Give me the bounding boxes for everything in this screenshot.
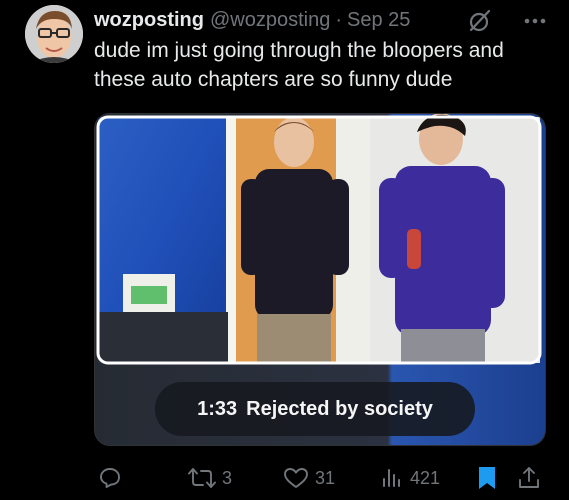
tweet-header: wozposting @wozposting · Sep 25 bbox=[94, 6, 549, 34]
like-count: 31 bbox=[315, 467, 336, 488]
display-name[interactable]: wozposting bbox=[94, 9, 204, 32]
like-icon bbox=[283, 466, 309, 490]
share-icon bbox=[517, 466, 541, 490]
video-thumbnail[interactable]: 1:33 Rejected by society bbox=[94, 113, 546, 446]
separator-dot: · bbox=[335, 8, 343, 31]
avatar[interactable] bbox=[25, 5, 83, 63]
like-button[interactable]: 31 bbox=[283, 460, 335, 496]
handle[interactable]: @wozposting bbox=[210, 9, 330, 32]
bookmark-button[interactable] bbox=[476, 460, 498, 496]
post-text-line-1: dude im just going through the bloopers … bbox=[94, 39, 504, 62]
retweet-icon bbox=[188, 466, 216, 490]
post-text-line-2: these auto chapters are so funny dude bbox=[94, 68, 453, 91]
bookmark-icon bbox=[476, 465, 498, 491]
chapter-title: Rejected by society bbox=[246, 397, 433, 420]
views-count: 421 bbox=[410, 467, 441, 488]
post-date[interactable]: Sep 25 bbox=[347, 9, 410, 32]
post-text: dude im just going through the bloopers … bbox=[94, 36, 554, 94]
retweet-button[interactable]: 3 bbox=[188, 460, 232, 496]
grok-icon[interactable] bbox=[467, 8, 493, 34]
tweet: wozposting @wozposting · Sep 25 dude im … bbox=[0, 0, 569, 500]
views-icon bbox=[380, 466, 404, 490]
views-button[interactable]: 421 bbox=[380, 460, 440, 496]
retweet-count: 3 bbox=[222, 467, 233, 488]
reply-icon bbox=[98, 466, 122, 490]
reply-button[interactable] bbox=[98, 460, 128, 496]
action-bar: 3 31 421 bbox=[0, 460, 569, 496]
chapter-badge[interactable]: 1:33 Rejected by society bbox=[155, 382, 475, 436]
chapter-time: 1:33 bbox=[197, 397, 238, 420]
more-icon[interactable] bbox=[521, 8, 549, 34]
share-button[interactable] bbox=[517, 460, 541, 496]
